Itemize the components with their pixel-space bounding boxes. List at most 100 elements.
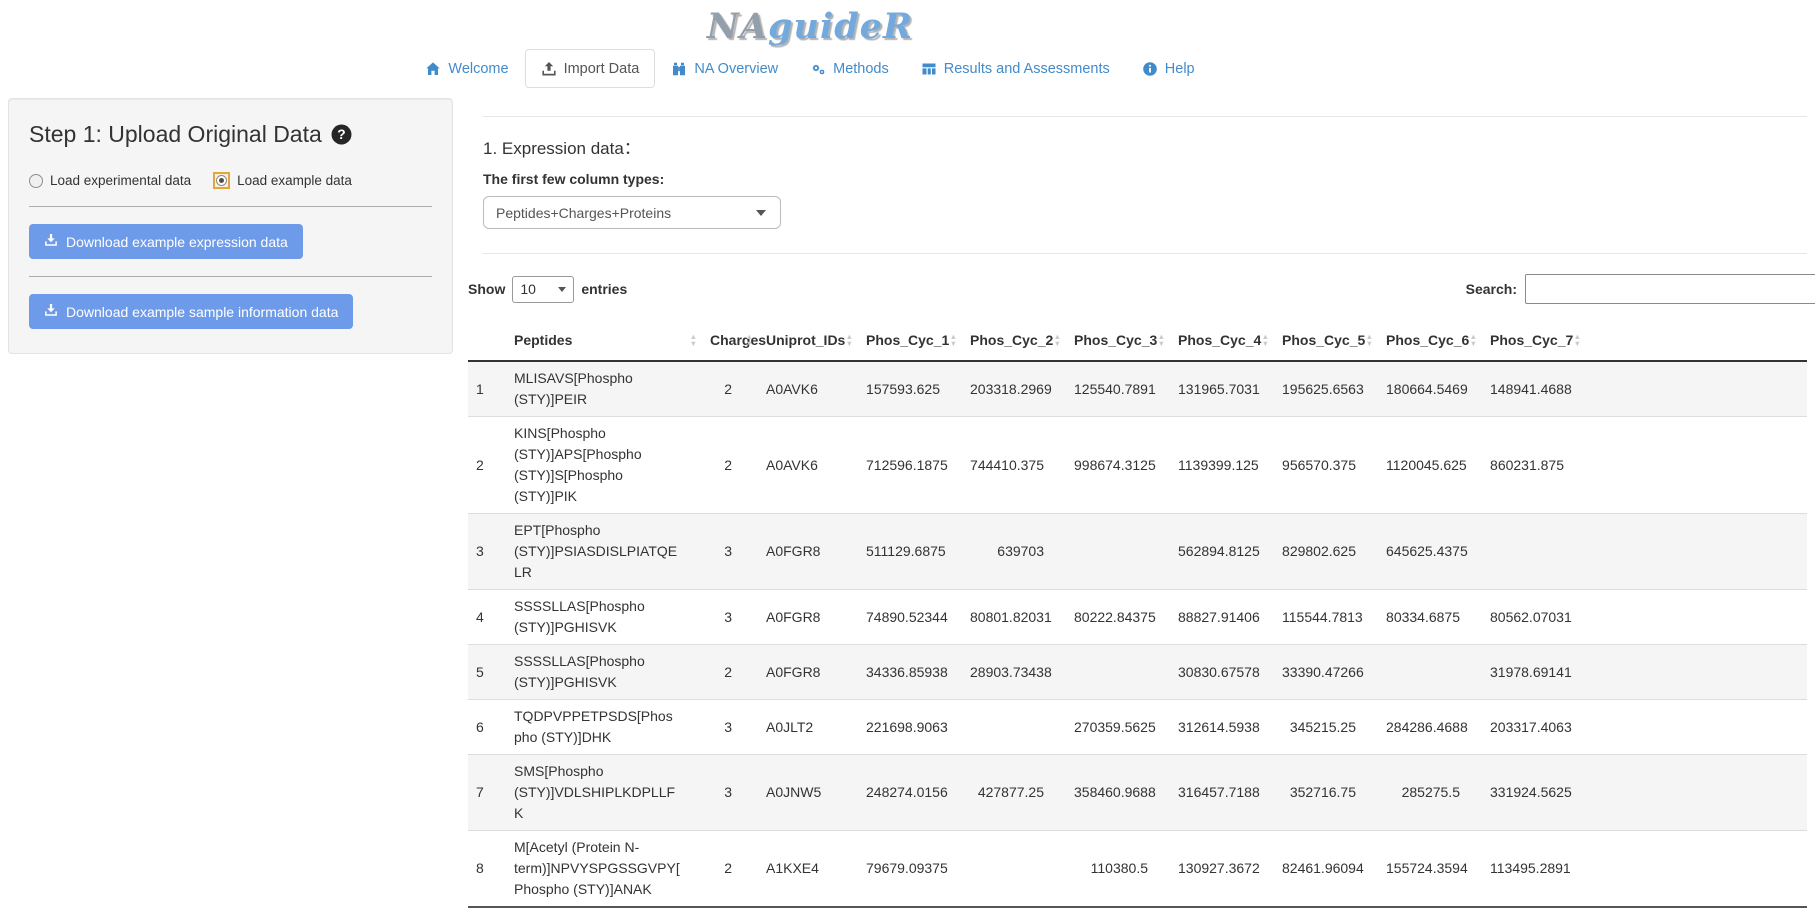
radio-load-example-data[interactable]: Load example data (213, 172, 352, 189)
search-label: Search: (1466, 281, 1517, 297)
charge-cell: 3 (702, 700, 758, 755)
upload-icon (541, 61, 557, 77)
column-header-phos_cyc_3[interactable]: Phos_Cyc_3▲▼ (1066, 320, 1170, 361)
download-expression-button[interactable]: Download example expression data (29, 224, 303, 259)
phos-cyc-3-cell: 998674.3125 (1066, 417, 1170, 514)
filler-cell (1586, 417, 1807, 514)
column-header-label: Phos_Cyc_3 (1074, 332, 1157, 348)
column-types-select[interactable]: Peptides+Charges+Proteins (483, 196, 781, 229)
phos-cyc-3-cell: 80222.84375 (1066, 590, 1170, 645)
column-header-phos_cyc_6[interactable]: Phos_Cyc_6▲▼ (1378, 320, 1482, 361)
table-body: 1MLISAVS[Phospho (STY)]PEIR2A0AVK6157593… (468, 361, 1807, 907)
tab-na-overview[interactable]: NA Overview (655, 49, 794, 88)
column-header-label: Phos_Cyc_7 (1490, 332, 1573, 348)
charge-cell: 3 (702, 590, 758, 645)
phos-cyc-6-cell: 155724.3594 (1378, 831, 1482, 908)
phos-cyc-4-cell: 1139399.125 (1170, 417, 1274, 514)
upload-panel: Step 1: Upload Original Data ? Load expe… (8, 98, 453, 354)
page-length-value: 10 (520, 281, 536, 297)
column-header-peptides[interactable]: Peptides ▲▼ (506, 320, 702, 361)
sort-icon: ▲▼ (1158, 333, 1165, 347)
show-label: Show (468, 281, 505, 297)
row-index-cell: 5 (468, 645, 506, 700)
phos-cyc-7-cell: 80562.07031 (1482, 590, 1586, 645)
tab-help[interactable]: Help (1126, 49, 1211, 88)
phos-cyc-4-cell: 312614.5938 (1170, 700, 1274, 755)
filler-cell (1586, 361, 1807, 417)
column-header-uniprot_ids[interactable]: Uniprot_IDs▲▼ (758, 320, 858, 361)
row-index-cell: 8 (468, 831, 506, 908)
phos-cyc-2-cell: 427877.25 (962, 755, 1066, 831)
phos-cyc-7-cell: 113495.2891 (1482, 831, 1586, 908)
column-header-phos_cyc_4[interactable]: Phos_Cyc_4▲▼ (1170, 320, 1274, 361)
filler-cell (1586, 514, 1807, 590)
phos-cyc-5-cell: 345215.25 (1274, 700, 1378, 755)
column-types-label: The first few column types: (483, 171, 1807, 187)
charge-cell: 2 (702, 361, 758, 417)
table-row: 5SSSSLLAS[Phospho (STY)]PGHISVK2A0FGR834… (468, 645, 1807, 700)
column-header-label: Phos_Cyc_1 (866, 332, 949, 348)
phos-cyc-2-cell (962, 831, 1066, 908)
phos-cyc-5-cell: 115544.7813 (1274, 590, 1378, 645)
sort-icon: ▲▼ (1574, 333, 1581, 347)
question-circle-icon[interactable]: ? (331, 124, 352, 145)
column-header-label: Uniprot_IDs (766, 332, 845, 348)
page-length-select[interactable]: 10 (512, 276, 574, 303)
peptide-cell: KINS[Phospho (STY)]APS[Phospho (STY)]S[P… (506, 417, 702, 514)
tab-label: Methods (833, 61, 889, 77)
data-source-radio-group: Load experimental data Load example data (29, 172, 432, 189)
charge-cell: 2 (702, 831, 758, 908)
radio-label-experimental: Load experimental data (50, 173, 191, 188)
radio-unchecked-icon (29, 174, 43, 188)
sort-icon: ▲▼ (690, 333, 697, 347)
column-header-index (468, 320, 506, 361)
tab-methods[interactable]: Methods (794, 49, 905, 88)
peptide-cell: EPT[Phospho (STY)]PSIASDISLPIATQELR (506, 514, 702, 590)
column-header-filler (1586, 320, 1807, 361)
phos-cyc-2-cell: 639703 (962, 514, 1066, 590)
phos-cyc-2-cell: 28903.73438 (962, 645, 1066, 700)
tab-import-data[interactable]: Import Data (525, 49, 656, 88)
column-header-phos_cyc_1[interactable]: Phos_Cyc_1▲▼ (858, 320, 962, 361)
phos-cyc-6-cell: 645625.4375 (1378, 514, 1482, 590)
phos-cyc-1-cell: 712596.1875 (858, 417, 962, 514)
column-header-phos_cyc_7[interactable]: Phos_Cyc_7▲▼ (1482, 320, 1586, 361)
phos-cyc-3-cell (1066, 645, 1170, 700)
phos-cyc-7-cell: 148941.4688 (1482, 361, 1586, 417)
phos-cyc-7-cell: 31978.69141 (1482, 645, 1586, 700)
phos-cyc-5-cell: 829802.625 (1274, 514, 1378, 590)
phos-cyc-6-cell: 80334.6875 (1378, 590, 1482, 645)
phos-cyc-1-cell: 74890.52344 (858, 590, 962, 645)
peptide-cell: MLISAVS[Phospho (STY)]PEIR (506, 361, 702, 417)
phos-cyc-1-cell: 34336.85938 (858, 645, 962, 700)
column-header-charges[interactable]: Charges▲▼ (702, 320, 758, 361)
table-row: 2KINS[Phospho (STY)]APS[Phospho (STY)]S[… (468, 417, 1807, 514)
phos-cyc-4-cell: 316457.7188 (1170, 755, 1274, 831)
phos-cyc-4-cell: 88827.91406 (1170, 590, 1274, 645)
radio-load-experimental-data[interactable]: Load experimental data (29, 173, 191, 188)
tab-label: Help (1165, 61, 1195, 77)
phos-cyc-2-cell: 203318.2969 (962, 361, 1066, 417)
phos-cyc-4-cell: 130927.3672 (1170, 831, 1274, 908)
peptide-cell: M[Acetyl (Protein N-term)]NPVYSPGSSGVPY[… (506, 831, 702, 908)
chevron-down-icon (558, 287, 566, 292)
page-length-control: Show 10 entries (468, 276, 627, 303)
tab-welcome[interactable]: Welcome (409, 49, 524, 88)
upload-panel-title: Step 1: Upload Original Data ? (29, 121, 432, 148)
filler-cell (1586, 590, 1807, 645)
download-sample-info-button[interactable]: Download example sample information data (29, 294, 353, 329)
column-header-phos_cyc_2[interactable]: Phos_Cyc_2▲▼ (962, 320, 1066, 361)
phos-cyc-6-cell: 284286.4688 (1378, 700, 1482, 755)
phos-cyc-1-cell: 157593.625 (858, 361, 962, 417)
column-header-phos_cyc_5[interactable]: Phos_Cyc_5▲▼ (1274, 320, 1378, 361)
phos-cyc-6-cell: 1120045.625 (1378, 417, 1482, 514)
sidebar-divider-2 (29, 276, 432, 277)
filler-cell (1586, 755, 1807, 831)
column-header-label: Peptides (514, 332, 572, 348)
datatable-controls: Show 10 entries Search: (468, 274, 1807, 304)
search-input[interactable] (1525, 274, 1815, 304)
tab-results-and-assessments[interactable]: Results and Assessments (905, 49, 1126, 88)
sort-icon: ▲▼ (1262, 333, 1269, 347)
charge-cell: 3 (702, 755, 758, 831)
filler-cell (1586, 700, 1807, 755)
